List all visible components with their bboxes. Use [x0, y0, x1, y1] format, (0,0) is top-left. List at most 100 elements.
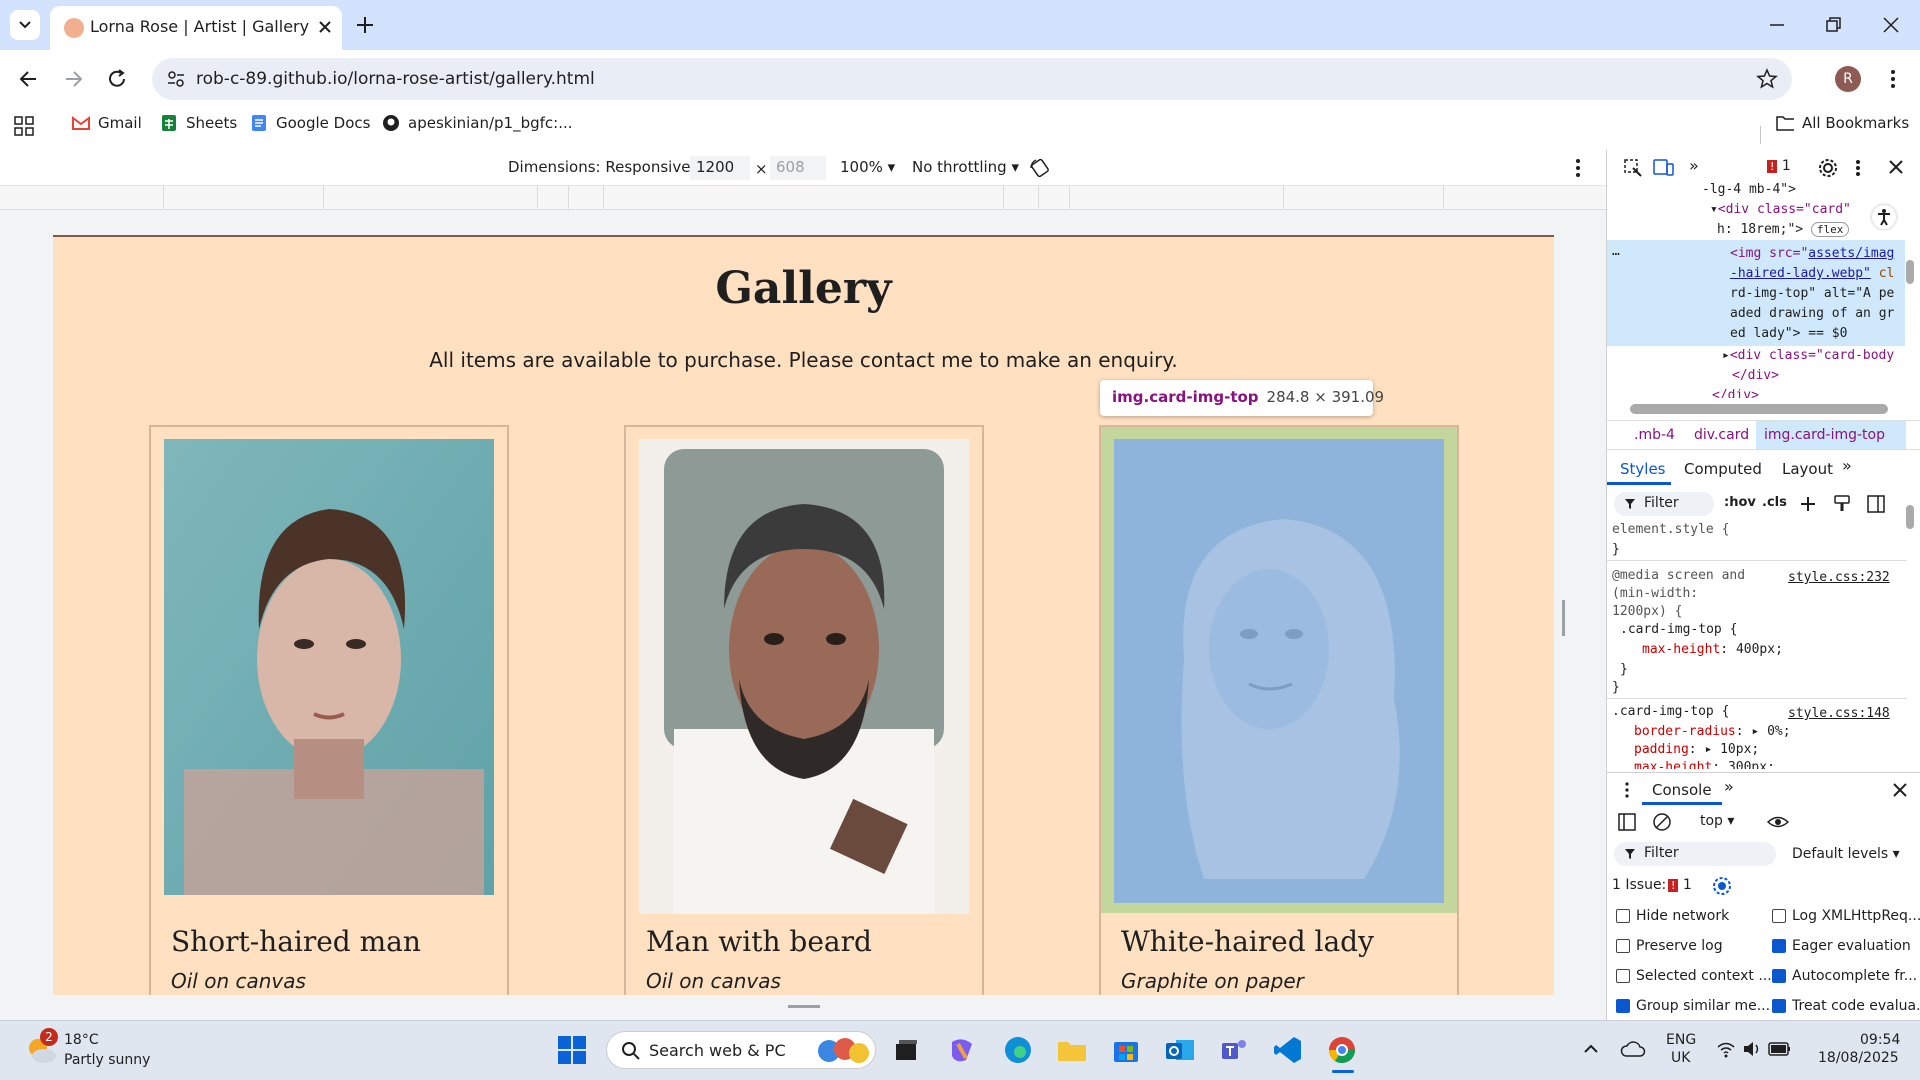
- vscode-button[interactable]: [1272, 1034, 1304, 1066]
- cls-button[interactable]: .cls: [1762, 495, 1787, 510]
- css-selector[interactable]: .card-img-top {: [1612, 704, 1729, 719]
- checkbox-checked[interactable]: [1772, 969, 1786, 983]
- dom-horizontal-scrollbar[interactable]: [1630, 404, 1888, 414]
- file-explorer-button[interactable]: [1056, 1034, 1088, 1066]
- checkbox-checked[interactable]: [1772, 999, 1786, 1013]
- start-button[interactable]: [556, 1034, 588, 1066]
- checkbox-checked[interactable]: [1616, 999, 1630, 1013]
- task-view-button[interactable]: [890, 1034, 922, 1066]
- viewport-resize-handle-bottom[interactable]: [788, 1005, 820, 1008]
- more-tabs-icon[interactable]: »: [1842, 456, 1852, 475]
- browser-menu-button[interactable]: [1882, 66, 1904, 92]
- viewport-resize-handle-right[interactable]: [1562, 600, 1565, 636]
- console-issues-badge[interactable]: ! 1: [1668, 877, 1692, 893]
- console-sidebar-icon[interactable]: [1617, 812, 1637, 832]
- clock-time[interactable]: 09:54: [1860, 1032, 1900, 1048]
- all-bookmarks[interactable]: All Bookmarks: [1776, 114, 1909, 132]
- more-tabs-icon[interactable]: »: [1724, 777, 1734, 796]
- inspect-element-icon[interactable]: [1623, 158, 1643, 178]
- bookmark-gmail[interactable]: Gmail: [72, 114, 142, 132]
- star-icon[interactable]: [1756, 68, 1778, 90]
- dom-vertical-scrollbar[interactable]: [1906, 260, 1914, 284]
- dom-line[interactable]: </div>: [1732, 368, 1779, 383]
- dom-link[interactable]: -haired-lady.webp": [1730, 266, 1871, 281]
- battery-icon[interactable]: [1768, 1040, 1792, 1058]
- style-source-link[interactable]: style.css:232: [1788, 570, 1890, 585]
- dimensions-dropdown[interactable]: Dimensions: Responsive ▾: [508, 158, 703, 176]
- console-option-treat-code[interactable]: Treat code evalua...: [1768, 996, 1920, 1016]
- close-icon[interactable]: [1892, 782, 1908, 798]
- dom-line[interactable]: -lg-4 mb-4">: [1702, 182, 1796, 197]
- language-region[interactable]: UK: [1671, 1050, 1690, 1066]
- width-input[interactable]: 1200: [690, 156, 750, 180]
- clock-date[interactable]: 18/08/2025: [1818, 1050, 1899, 1066]
- device-toggle-icon[interactable]: [1653, 158, 1675, 178]
- weather-widget[interactable]: 2 18°C Partly sunny: [24, 1028, 174, 1072]
- sidebar-toggle-icon[interactable]: [1866, 494, 1886, 514]
- back-button[interactable]: [16, 66, 42, 92]
- zoom-dropdown[interactable]: 100% ▾: [840, 158, 895, 176]
- chevron-up-icon[interactable]: [1582, 1040, 1600, 1058]
- log-levels-dropdown[interactable]: Default levels ▾: [1792, 846, 1900, 862]
- tab-styles[interactable]: Styles: [1620, 460, 1666, 478]
- tab-layout[interactable]: Layout: [1782, 460, 1833, 478]
- tab-console[interactable]: Console: [1652, 781, 1712, 799]
- css-declaration[interactable]: max-height: 300px;: [1634, 760, 1775, 769]
- cloud-icon[interactable]: [1620, 1038, 1646, 1060]
- clear-console-icon[interactable]: [1652, 812, 1672, 832]
- css-declaration[interactable]: border-radius: ▸ 0%;: [1634, 724, 1791, 739]
- eye-icon[interactable]: [1766, 813, 1790, 831]
- card-image[interactable]: [164, 439, 494, 899]
- checkbox[interactable]: [1616, 909, 1630, 923]
- css-declaration[interactable]: padding: ▸ 10px;: [1634, 742, 1759, 757]
- minimize-button[interactable]: [1766, 14, 1788, 36]
- new-tab-button[interactable]: [354, 14, 376, 36]
- plus-icon[interactable]: [1798, 494, 1818, 514]
- gear-icon[interactable]: [1817, 157, 1839, 179]
- outlook-button[interactable]: [1164, 1034, 1196, 1066]
- taskbar-search[interactable]: Search web & PC: [606, 1031, 876, 1069]
- store-button[interactable]: [1110, 1034, 1142, 1066]
- address-bar[interactable]: rob-c-89.github.io/lorna-rose-artist/gal…: [152, 58, 1792, 100]
- more-vertical-icon[interactable]: [1851, 157, 1865, 179]
- styles-vertical-scrollbar[interactable]: [1906, 505, 1914, 529]
- tab-computed[interactable]: Computed: [1684, 460, 1762, 478]
- paint-brush-icon[interactable]: [1832, 494, 1852, 514]
- teams-button[interactable]: [1218, 1034, 1250, 1066]
- device-toolbar-more-button[interactable]: [1570, 156, 1586, 180]
- console-option-selected-context[interactable]: Selected context ...: [1612, 966, 1772, 986]
- checkbox[interactable]: [1616, 969, 1630, 983]
- chrome-button[interactable]: [1326, 1034, 1358, 1066]
- dom-line[interactable]: ▸<div class="card-body: [1722, 348, 1894, 363]
- more-vertical-icon[interactable]: [1622, 780, 1632, 800]
- console-option-eager-evaluation[interactable]: Eager evaluation: [1768, 936, 1918, 956]
- breadcrumb-item[interactable]: .mb-4: [1634, 427, 1675, 443]
- dom-link[interactable]: assets/imag: [1808, 246, 1894, 261]
- bookmark-sheets[interactable]: Sheets: [160, 114, 237, 132]
- console-option-hide-network[interactable]: Hide network: [1612, 906, 1762, 926]
- styles-filter-input[interactable]: Filter: [1614, 492, 1714, 516]
- media-query-ruler[interactable]: [0, 186, 1606, 210]
- console-option-autocomplete[interactable]: Autocomplete fr...: [1768, 966, 1918, 986]
- close-icon[interactable]: [1887, 158, 1905, 176]
- css-declaration[interactable]: max-height: 400px;: [1642, 642, 1783, 657]
- issues-badge[interactable]: ! 1: [1767, 158, 1791, 174]
- bookmark-github[interactable]: apeskinian/p1_bgfc:...: [382, 114, 573, 132]
- height-input[interactable]: 608: [770, 156, 826, 180]
- maximize-button[interactable]: [1822, 14, 1844, 36]
- tab-close-button[interactable]: [316, 18, 334, 36]
- console-filter-input[interactable]: Filter: [1614, 842, 1776, 866]
- throttling-dropdown[interactable]: No throttling ▾: [912, 158, 1019, 176]
- context-dropdown[interactable]: top ▾: [1700, 813, 1734, 829]
- accessibility-button[interactable]: [1872, 205, 1896, 229]
- forward-button[interactable]: [60, 66, 86, 92]
- gear-icon[interactable]: [1712, 876, 1732, 896]
- tab-search-button[interactable]: [10, 10, 40, 40]
- reload-button[interactable]: [104, 66, 130, 92]
- console-option-preserve-log[interactable]: Preserve log: [1612, 936, 1762, 956]
- active-tab[interactable]: Lorna Rose | Artist | Gallery: [50, 6, 342, 50]
- hov-button[interactable]: :hov: [1724, 495, 1756, 510]
- checkbox[interactable]: [1772, 909, 1786, 923]
- rotate-button[interactable]: [1028, 156, 1052, 180]
- bookmark-google-docs[interactable]: Google Docs: [250, 114, 370, 132]
